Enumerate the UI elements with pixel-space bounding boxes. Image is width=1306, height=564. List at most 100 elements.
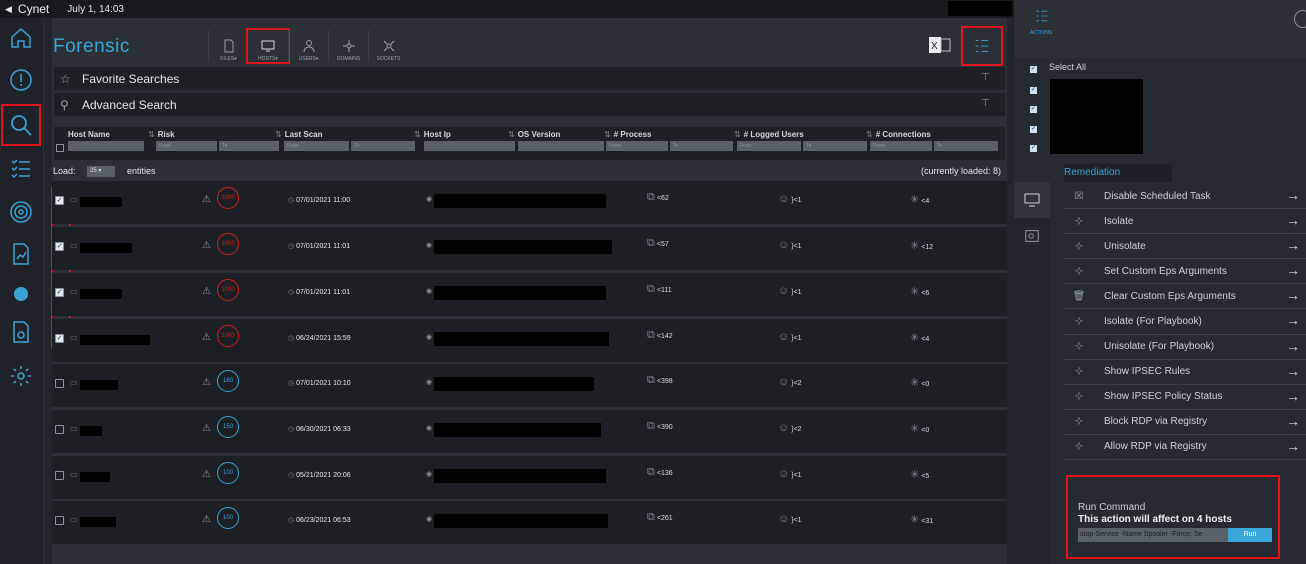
remediation-item[interactable]: ⊹ Unisolate → — [1064, 234, 1306, 260]
logged-users-count[interactable]: ☺}<1 — [778, 239, 802, 251]
process-count[interactable]: ⧉ <111 — [647, 283, 672, 296]
table-row[interactable]: ▭ ⚠ 100 ◷ 06/23/2021 06:53 ◉ ⧉ <261 ☺}<1 ✳ <31 — [52, 500, 1007, 544]
host-checkbox[interactable]: ✓ — [1030, 102, 1037, 113]
col-host-name[interactable]: Host Name — [68, 130, 110, 139]
tab-domains[interactable]: DOMAINS — [328, 30, 368, 62]
nav-globe[interactable] — [7, 280, 35, 308]
favorite-searches-bar[interactable]: ☆ Favorite Searches ⊤ — [54, 67, 1005, 90]
arrow-right-icon[interactable]: → — [1286, 338, 1300, 354]
remediation-item[interactable]: ⊹ Block RDP via Registry → — [1064, 410, 1306, 435]
nav-home[interactable] — [7, 24, 35, 52]
connections-count[interactable]: ✳ <4 — [910, 193, 929, 206]
logged-users-count[interactable]: ☺}<1 — [778, 193, 802, 205]
nav-tasks[interactable] — [7, 154, 35, 182]
select-all-checkbox[interactable]: ✓ — [1030, 66, 1037, 73]
select-all-row[interactable]: ✓ Select All — [1030, 62, 1086, 73]
filter-risk-to[interactable]: To — [219, 141, 279, 151]
table-row[interactable]: ✓ ▭ ⚠ 1000 ◷ 07/01/2021 11:01 ◉ ⧉ <57 ☺}<1 ✳ <12 — [52, 226, 1007, 270]
col-host-ip[interactable]: ⇅ Host Ip — [414, 130, 451, 139]
col-process[interactable]: ⇅ # Process — [604, 130, 652, 139]
col-risk[interactable]: ⇅ Risk — [148, 130, 175, 139]
tab-files[interactable]: FILES▾ — [208, 30, 248, 62]
arrow-right-icon[interactable]: → — [1286, 363, 1300, 379]
nav-radar[interactable] — [7, 198, 35, 226]
remediation-item[interactable]: ⊹ Allow RDP via Registry → — [1064, 435, 1306, 461]
row-checkbox[interactable]: ✓ — [55, 196, 64, 205]
back-icon[interactable]: ◀ — [5, 4, 12, 15]
filter-os-version[interactable] — [518, 141, 604, 151]
host-checkbox[interactable]: ✓ — [1030, 122, 1037, 133]
logged-users-count[interactable]: ☺}<1 — [778, 331, 802, 343]
logged-users-count[interactable]: ☺}<1 — [778, 468, 802, 480]
remediation-item[interactable]: ⊹ Unisolate (For Playbook) → — [1064, 335, 1306, 360]
table-row[interactable]: ✓ ▭ ⚠ 1000 ◷ 06/24/2021 15:59 ◉ ⧉ <142 ☺}<1 ✳ <4 — [52, 318, 1007, 362]
arrow-right-icon[interactable]: → — [1286, 262, 1300, 278]
nav-forensic[interactable] — [1, 104, 41, 146]
tab-users[interactable]: USERS▾ — [288, 30, 328, 62]
process-count[interactable]: ⧉ <398 — [647, 374, 673, 387]
run-button[interactable]: Run — [1228, 528, 1272, 542]
filter-users-from[interactable]: From — [737, 141, 801, 151]
tab-sockets[interactable]: SOCKETS — [368, 30, 408, 62]
filter-risk-from[interactable]: From — [156, 141, 217, 151]
row-checkbox[interactable] — [55, 516, 64, 525]
col-logged-users[interactable]: ⇅ # Logged Users — [734, 130, 804, 139]
connections-count[interactable]: ✳ <0 — [910, 422, 929, 435]
row-checkbox[interactable]: ✓ — [55, 242, 64, 251]
connections-count[interactable]: ✳ <31 — [910, 513, 933, 526]
advanced-search-bar[interactable]: ⚲ Advanced Search ⊤ — [54, 93, 1005, 116]
process-count[interactable]: ⧉ <57 — [647, 237, 669, 250]
row-checkbox[interactable]: ✓ — [55, 288, 64, 297]
connections-count[interactable]: ✳ <4 — [910, 331, 929, 344]
remediation-item[interactable]: 🗑 Clear Custom Eps Arguments → — [1064, 284, 1306, 310]
table-row[interactable]: ▭ ⚠ 150 ◷ 06/30/2021 06:33 ◉ ⧉ <390 ☺}<2 ✳ <0 — [52, 409, 1007, 453]
connections-count[interactable]: ✳ <12 — [910, 239, 933, 252]
process-count[interactable]: ⧉ <390 — [647, 420, 673, 433]
connections-count[interactable]: ✳ <6 — [910, 285, 929, 298]
process-count[interactable]: ⧉ <136 — [647, 466, 673, 479]
remediation-item[interactable]: ⊹ Show IPSEC Rules → — [1064, 360, 1306, 385]
arrow-right-icon[interactable]: → — [1286, 388, 1300, 404]
actions-button[interactable] — [961, 26, 1003, 66]
filter-conns-to[interactable]: To — [934, 141, 998, 151]
connections-count[interactable]: ✳ <5 — [910, 468, 929, 481]
col-last-scan[interactable]: ⇅ Last Scan — [275, 130, 323, 139]
filter-process-to[interactable]: To — [670, 141, 733, 151]
host-checkbox[interactable]: ✓ — [1030, 141, 1037, 152]
row-checkbox[interactable]: ✓ — [55, 334, 64, 343]
remediation-item[interactable]: ⊹ Isolate → — [1064, 209, 1306, 235]
logged-users-count[interactable]: ☺}<2 — [778, 422, 802, 434]
close-panel-icon[interactable] — [1294, 10, 1306, 28]
arrow-right-icon[interactable]: → — [1286, 312, 1300, 328]
arrow-right-icon[interactable]: → — [1286, 212, 1300, 228]
remediation-item[interactable]: ⊹ Show IPSEC Policy Status → — [1064, 385, 1306, 410]
select-all-checkbox[interactable] — [56, 144, 64, 152]
nav-documents[interactable] — [7, 318, 35, 346]
hosts-tab-icon[interactable] — [1014, 182, 1050, 218]
nav-alerts[interactable] — [7, 66, 35, 94]
row-checkbox[interactable] — [55, 379, 64, 388]
process-count[interactable]: ⧉ <142 — [647, 329, 673, 342]
nav-settings[interactable] — [7, 362, 35, 390]
table-row[interactable]: ✓ ▭ ⚠ 1000 ◷ 07/01/2021 11:01 ◉ ⧉ <111 ☺}<1 ✳ <6 — [52, 272, 1007, 316]
filter-process-from[interactable]: From — [606, 141, 668, 151]
arrow-right-icon[interactable]: → — [1286, 187, 1300, 203]
filter-host-name[interactable] — [68, 141, 144, 151]
arrow-right-icon[interactable]: → — [1286, 438, 1300, 454]
remediation-item[interactable]: ⊹ Set Custom Eps Arguments → — [1064, 259, 1306, 285]
tab-hosts[interactable]: HOSTS▾ — [246, 28, 290, 64]
connections-count[interactable]: ✳ <0 — [910, 376, 929, 389]
nav-reports[interactable] — [7, 240, 35, 268]
logged-users-count[interactable]: ☺}<1 — [778, 285, 802, 297]
export-excel-icon[interactable]: X — [929, 36, 951, 54]
logged-users-count[interactable]: ☺}<2 — [778, 376, 802, 388]
remediation-item[interactable]: ☒ Disable Scheduled Task → — [1064, 184, 1306, 210]
arrow-right-icon[interactable]: → — [1286, 237, 1300, 253]
tab-remediation[interactable]: Remediation — [1064, 164, 1172, 182]
col-os-version[interactable]: ⇅ OS Version — [508, 130, 560, 139]
filter-scan-from[interactable]: From — [284, 141, 349, 151]
forensics-tab-icon[interactable] — [1014, 218, 1050, 254]
arrow-right-icon[interactable]: → — [1286, 413, 1300, 429]
table-row[interactable]: ▭ ⚠ 100 ◷ 05/21/2021 20:06 ◉ ⧉ <136 ☺}<1 ✳ <5 — [52, 455, 1007, 499]
row-checkbox[interactable] — [55, 425, 64, 434]
